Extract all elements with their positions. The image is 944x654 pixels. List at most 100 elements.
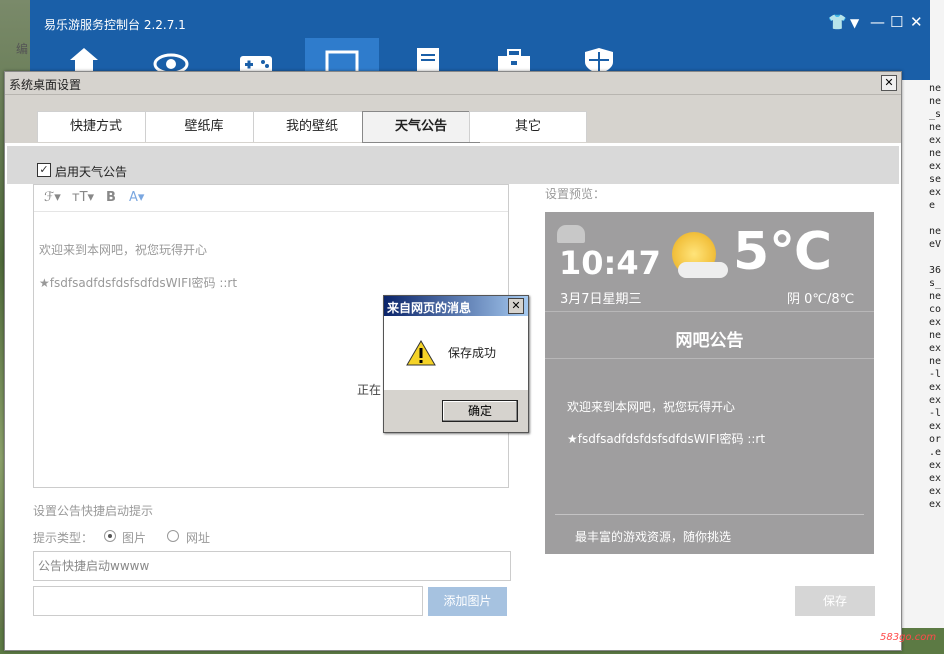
font-family-icon[interactable]: ℱ▾	[44, 190, 61, 205]
code-line: ne	[929, 83, 942, 94]
app-title: 易乐游服务控制台 2.2.7.1	[44, 18, 186, 32]
eye-icon[interactable]	[153, 44, 189, 75]
minimize-button[interactable]: —	[870, 13, 885, 31]
code-line: ne	[929, 122, 942, 133]
code-line: co	[929, 304, 942, 315]
dialog-titlebar	[5, 72, 901, 95]
warning-icon	[406, 340, 436, 366]
desktop-icon[interactable]	[324, 44, 360, 76]
add-image-button[interactable]: 添加图片	[428, 587, 507, 616]
gamepad-icon[interactable]	[238, 44, 274, 74]
sun-cloud-part-icon	[678, 262, 728, 278]
shield-icon[interactable]	[581, 44, 617, 74]
code-line: ex	[929, 382, 942, 393]
preview-temperature: 5℃	[733, 222, 833, 282]
background-code-window: ne ne _s ne ex ne ex se ex e ne eV 36 s_ ne co ex ne ex n…	[900, 0, 944, 654]
type-url-radio[interactable]	[167, 530, 179, 542]
menu-fragment: 编	[16, 42, 29, 56]
code-line: .e	[929, 447, 942, 458]
small-cloud-icon	[557, 225, 585, 243]
dialog-close-button[interactable]: ✕	[881, 75, 897, 91]
code-line: ex	[929, 317, 942, 328]
preview-notice-line: 欢迎来到本网吧，祝您玩得开心	[567, 400, 736, 414]
shortcut-section-title: 设置公告快捷启动提示	[33, 504, 154, 518]
preview-notice-line: ★fsdfsadfdsfdsfsdfdsWIFI密码 ::rt	[567, 432, 766, 446]
preview-notice-title: 网吧公告	[675, 331, 744, 351]
code-line: ex	[929, 395, 942, 406]
tab-weather-notice[interactable]: 天气公告	[362, 111, 480, 143]
divider	[555, 514, 864, 515]
code-line: ne	[929, 96, 942, 107]
app-close-button[interactable]: ✕	[910, 13, 923, 31]
bold-icon[interactable]: B	[106, 190, 116, 205]
shortcut-text-input[interactable]: 公告快捷启动wwww	[33, 551, 511, 581]
preview-weather: 阴 0℃/8℃	[787, 292, 855, 307]
tab-wallpaper-library[interactable]: 壁纸库	[145, 111, 263, 142]
code-line: -l	[929, 408, 942, 419]
watermark: 583go.com	[880, 632, 937, 643]
tab-other[interactable]: 其它	[469, 111, 587, 142]
code-line: ex	[929, 486, 942, 497]
type-image-label: 图片	[122, 531, 147, 545]
code-line: ex	[929, 187, 942, 198]
code-line: ex	[929, 460, 942, 471]
code-line: s_	[929, 278, 942, 289]
content-header-bar	[7, 146, 899, 184]
toolbox-icon[interactable]	[496, 44, 532, 74]
save-button[interactable]: 保存	[795, 586, 875, 616]
code-line: 36	[929, 265, 942, 276]
code-line: eV	[929, 239, 942, 250]
code-line: ex	[929, 421, 942, 432]
type-image-radio[interactable]	[104, 530, 116, 542]
dropdown-icon[interactable]: ▼	[850, 16, 859, 30]
font-size-icon[interactable]: тT▾	[72, 190, 94, 205]
ok-button[interactable]: 确定	[442, 400, 518, 422]
code-line: e	[929, 200, 936, 211]
maximize-button[interactable]: ☐	[890, 13, 903, 31]
message-box-title: 来自网页的消息	[387, 301, 472, 315]
code-line: ex	[929, 473, 942, 484]
code-line: ne	[929, 330, 942, 341]
editor-text-line: 欢迎来到本网吧，祝您玩得开心	[39, 243, 208, 257]
enable-weather-checkbox[interactable]: ✓	[37, 163, 51, 177]
code-line: ex	[929, 343, 942, 354]
font-color-icon[interactable]: A▾	[129, 190, 144, 205]
code-line: ex	[929, 135, 942, 146]
image-path-input[interactable]	[33, 586, 423, 616]
preview-label: 设置预览：	[545, 187, 606, 201]
preview-time: 10:47	[559, 244, 661, 282]
code-line: se	[929, 174, 942, 185]
weather-preview-panel: 10:47 3月7日星期三 5℃ 阴 0℃/8℃ 网吧公告 欢迎来到本网吧，祝您…	[545, 212, 874, 554]
code-line: ex	[929, 161, 942, 172]
editor-toolbar: ℱ▾ тT▾ B A▾	[34, 185, 508, 212]
document-icon[interactable]	[410, 44, 446, 74]
message-box-close-button[interactable]: ✕	[508, 298, 524, 314]
tab-shortcuts[interactable]: 快捷方式	[37, 111, 155, 142]
message-text: 保存成功	[448, 346, 497, 360]
code-line: ne	[929, 291, 942, 302]
code-line: ne	[929, 356, 942, 367]
code-line: or	[929, 434, 942, 445]
code-line: -l	[929, 369, 942, 380]
home-icon[interactable]	[66, 44, 102, 74]
type-label: 提示类型：	[33, 531, 94, 545]
message-box-body: 保存成功	[384, 316, 528, 390]
tab-bar: 快捷方式 壁纸库 我的壁纸 天气公告 其它	[5, 95, 901, 143]
code-line: ex	[929, 499, 942, 510]
preview-date: 3月7日星期三	[560, 292, 642, 307]
dialog-title: 系统桌面设置	[9, 78, 82, 92]
loading-text: 正在	[357, 383, 382, 397]
tab-my-wallpaper[interactable]: 我的壁纸	[253, 111, 371, 142]
divider	[545, 311, 874, 312]
code-line: ne	[929, 148, 942, 159]
code-line: ne	[929, 226, 942, 237]
code-line: _s	[929, 109, 942, 120]
editor-text-line: ★fsdfsadfdsfdsfsdfdsWIFI密码 ::rt	[39, 276, 238, 290]
skin-icon[interactable]: 👕	[828, 13, 847, 31]
divider	[545, 358, 874, 359]
type-url-label: 网址	[186, 531, 211, 545]
preview-footer: 最丰富的游戏资源，随你挑选	[575, 530, 732, 544]
message-box: 来自网页的消息 ✕ 保存成功 确定	[383, 295, 529, 433]
